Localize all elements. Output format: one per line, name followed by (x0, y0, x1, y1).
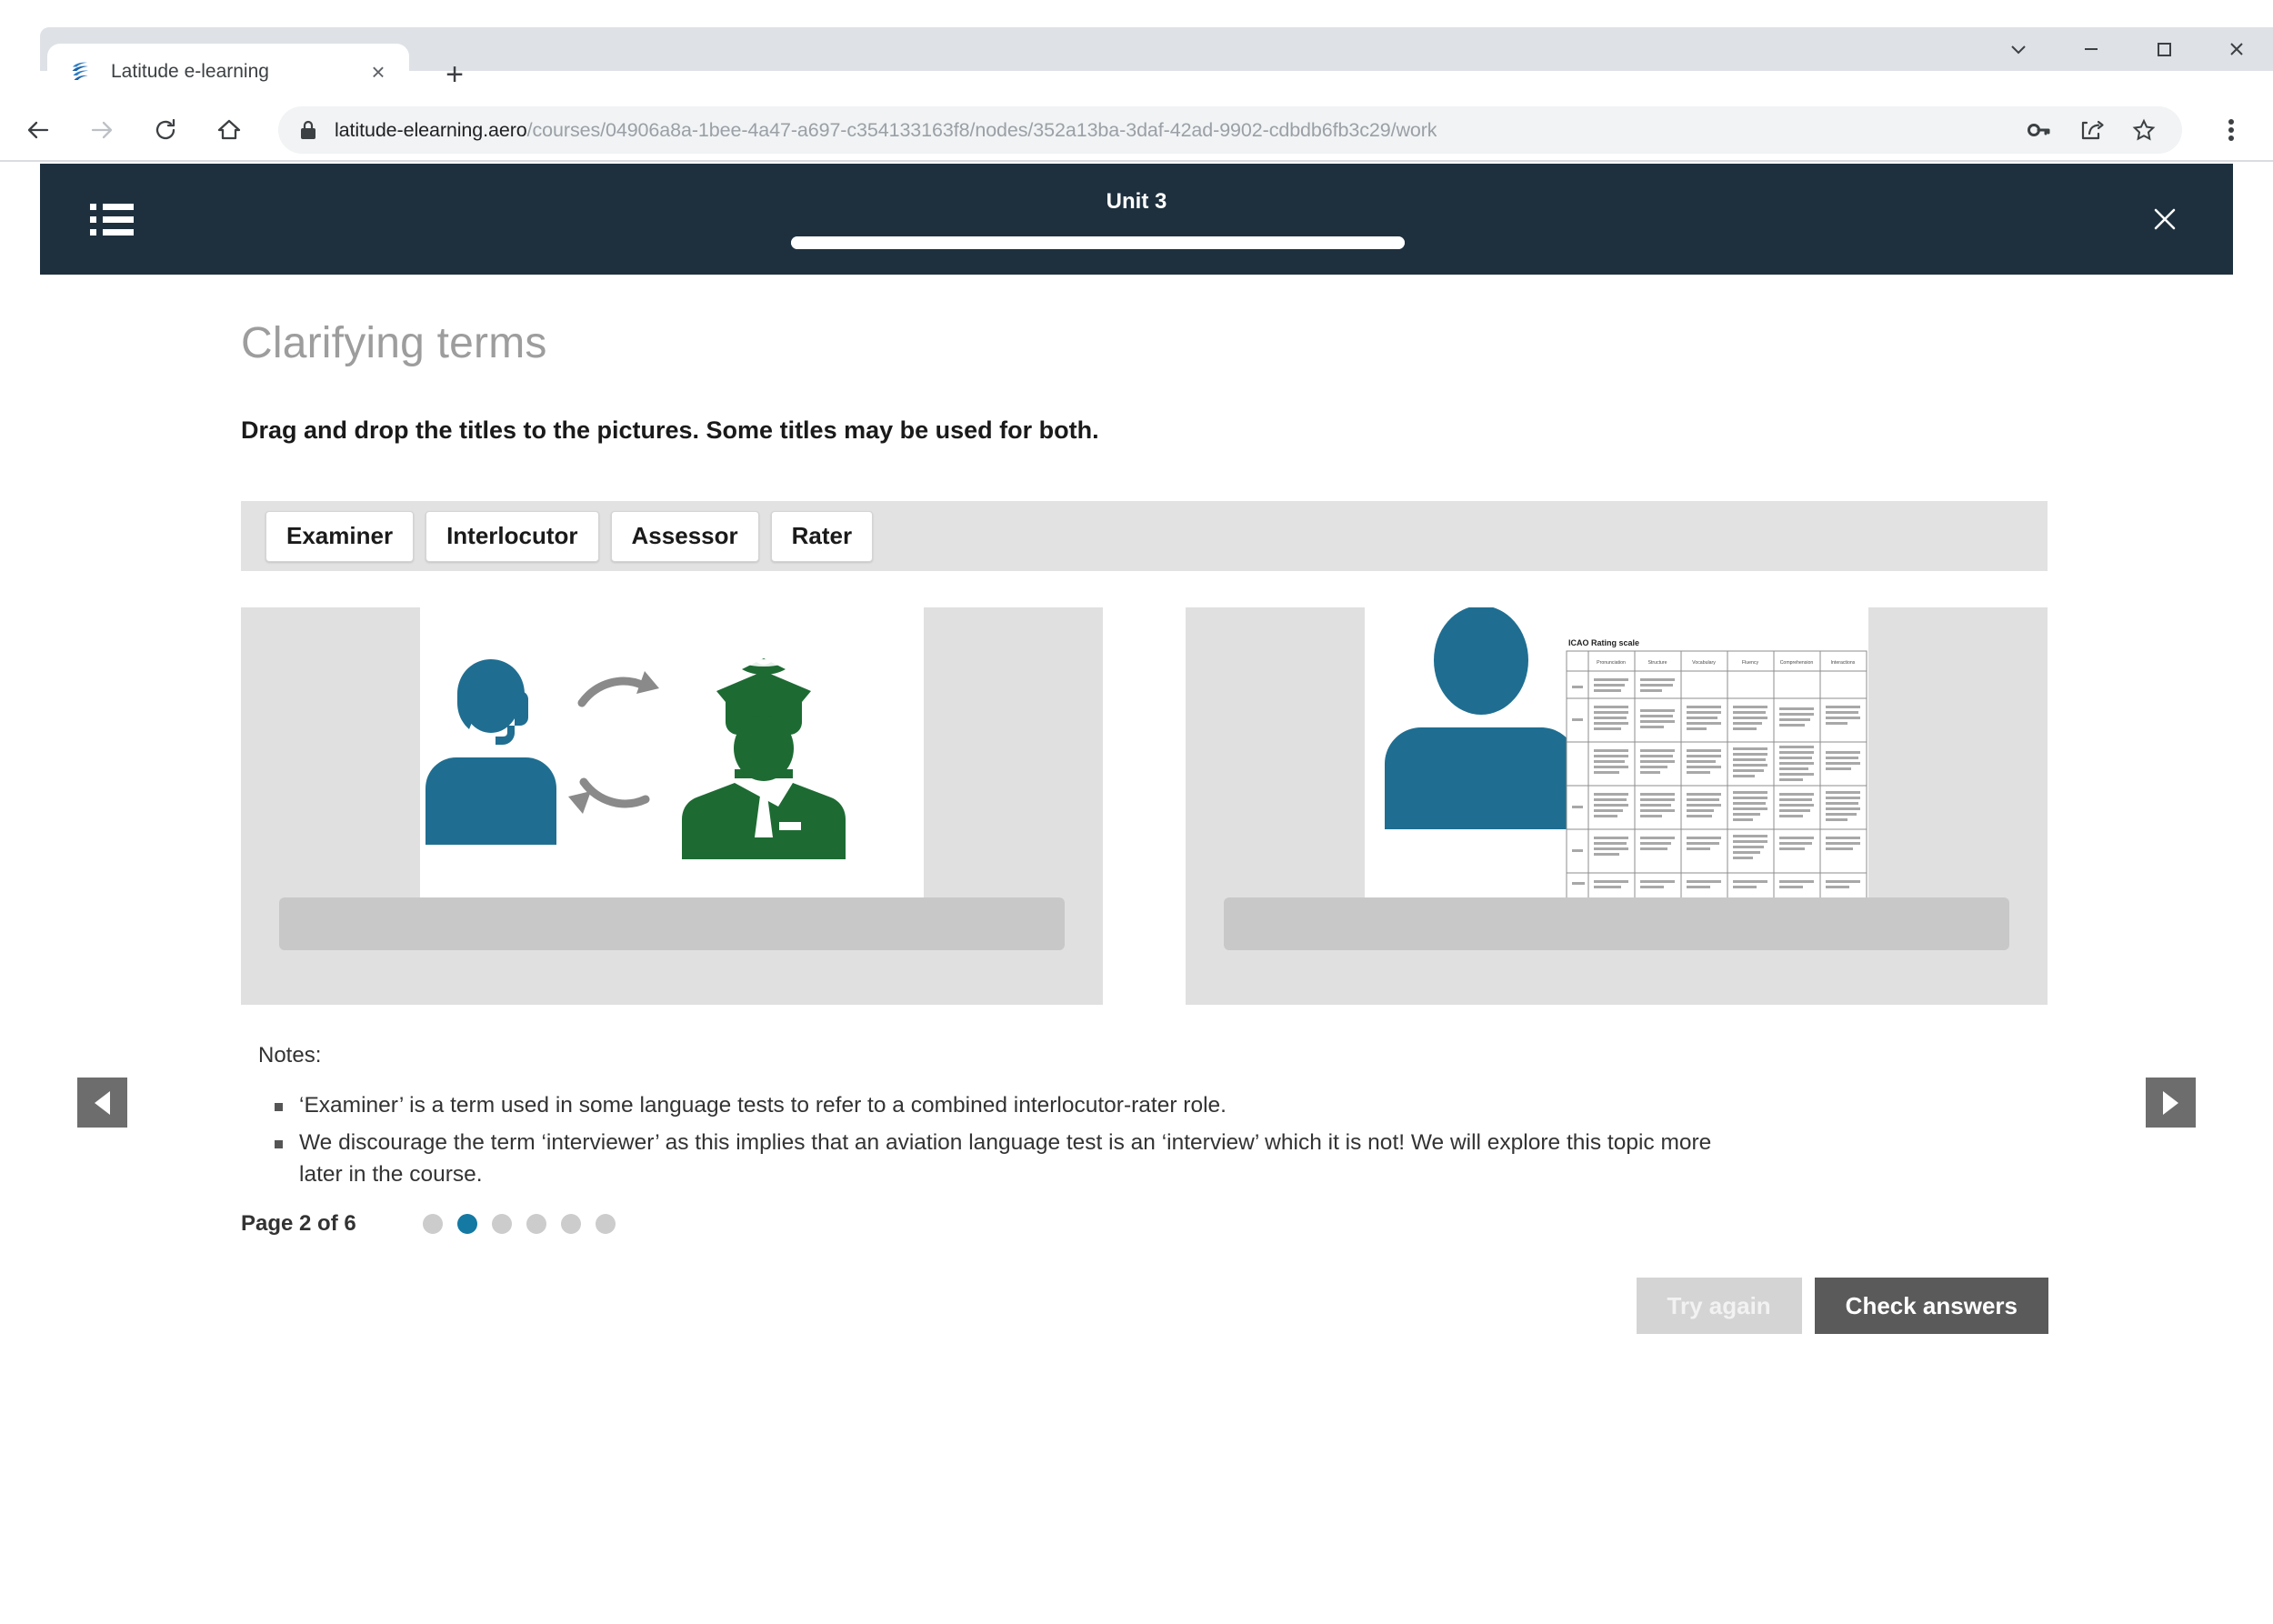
picture-panels: ICAO Rating scale Pronunciation Structur… (241, 607, 2048, 1005)
unit-progress-bar (791, 236, 1405, 249)
notes-label: Notes: (258, 1043, 322, 1068)
unit-title: Unit 3 (1106, 189, 1167, 214)
page-title: Clarifying terms (241, 319, 547, 367)
bullet-icon (275, 1139, 283, 1148)
page-dot-6[interactable] (595, 1214, 616, 1234)
chip-assessor[interactable]: Assessor (610, 510, 759, 562)
page-dots (422, 1214, 616, 1234)
next-arrow-icon[interactable] (2146, 1078, 2196, 1128)
pagination: Page 2 of 6 (241, 1211, 616, 1237)
bullet-icon (275, 1103, 283, 1111)
tabstrip-left-fill (0, 27, 42, 71)
minimize-icon[interactable] (2055, 27, 2128, 71)
page-indicator-label: Page 2 of 6 (241, 1211, 356, 1236)
close-icon[interactable] (2140, 195, 2189, 244)
url-path: /courses/04906a8a-1bee-4a47-a697-c354133… (526, 118, 1437, 141)
svg-text:Structure: Structure (1647, 660, 1667, 666)
note-text: We discourage the term ‘interviewer’ as … (299, 1129, 1712, 1187)
chip-interlocutor[interactable]: Interlocutor (426, 510, 599, 562)
bookmark-star-icon[interactable] (2122, 108, 2166, 152)
window-controls (1982, 27, 2273, 71)
page-dot-3[interactable] (491, 1214, 512, 1234)
chip-examiner[interactable]: Examiner (265, 510, 415, 562)
new-tab-button[interactable]: + (435, 55, 475, 95)
url-domain: latitude-elearning.aero (335, 118, 527, 141)
omnibox-actions (2008, 108, 2166, 152)
page-viewport: Unit 3 Clarifying terms Drag and drop th… (40, 164, 2233, 1624)
share-icon[interactable] (2069, 108, 2113, 152)
page-dot-4[interactable] (526, 1214, 546, 1234)
try-again-button[interactable]: Try again (1636, 1278, 1802, 1334)
interlocutor-illustration (420, 607, 924, 903)
chevron-down-icon[interactable] (1982, 27, 2055, 71)
svg-text:Interactions: Interactions (1831, 660, 1856, 666)
svg-text:Fluency: Fluency (1742, 660, 1759, 666)
browser-toolbar: latitude-elearning.aero/courses/04906a8a… (0, 100, 2273, 162)
maximize-icon[interactable] (2128, 27, 2200, 71)
rater-illustration: ICAO Rating scale Pronunciation Structur… (1365, 607, 1868, 903)
three-dot-menu-icon[interactable] (2206, 105, 2257, 155)
check-answers-button[interactable]: Check answers (1814, 1278, 2048, 1334)
panel-interlocutor (241, 607, 1103, 1005)
note-item: We discourage the term ‘interviewer’ as … (275, 1128, 1747, 1191)
course-header: Unit 3 (40, 164, 2233, 275)
forward-icon (76, 105, 127, 155)
notes-list: ‘Examiner’ is a term used in some langua… (275, 1090, 1747, 1196)
url-text: latitude-elearning.aero/courses/04906a8a… (335, 119, 1437, 142)
back-icon[interactable] (13, 105, 64, 155)
panel-rater: ICAO Rating scale Pronunciation Structur… (1186, 607, 2048, 1005)
page-dot-1[interactable] (422, 1214, 443, 1234)
dropzone-rater[interactable] (1224, 897, 2009, 950)
svg-text:Pronunciation: Pronunciation (1597, 660, 1626, 666)
chip-rater[interactable]: Rater (770, 510, 874, 562)
home-icon[interactable] (204, 105, 255, 155)
svg-text:ICAO Rating scale: ICAO Rating scale (1568, 638, 1639, 647)
unit-progress-fill (791, 236, 1405, 249)
page-dot-2[interactable] (456, 1214, 477, 1234)
browser-tab[interactable]: Latitude e-learning × (47, 44, 409, 100)
address-bar[interactable]: latitude-elearning.aero/courses/04906a8a… (278, 106, 2182, 154)
activity-instruction: Drag and drop the titles to the pictures… (241, 416, 1099, 444)
key-icon[interactable] (2017, 108, 2060, 152)
browser-window: Latitude e-learning × + latitude-elearni… (0, 0, 2273, 1624)
prev-arrow-icon[interactable] (77, 1078, 127, 1128)
svg-text:Comprehension: Comprehension (1780, 660, 1814, 666)
tab-close-icon[interactable]: × (362, 55, 395, 88)
note-text: ‘Examiner’ is a term used in some langua… (299, 1093, 1227, 1118)
dropzone-interlocutor[interactable] (279, 897, 1065, 950)
term-chip-tray: Examiner Interlocutor Assessor Rater (241, 501, 2048, 571)
page-dot-5[interactable] (560, 1214, 581, 1234)
svg-text:Vocabulary: Vocabulary (1692, 660, 1716, 666)
lock-icon (295, 116, 322, 144)
activity-actions: Try again Check answers (1636, 1278, 2048, 1334)
close-window-icon[interactable] (2200, 27, 2273, 71)
note-item: ‘Examiner’ is a term used in some langua… (275, 1090, 1747, 1122)
latitude-globe-icon (67, 58, 95, 85)
reload-icon[interactable] (140, 105, 191, 155)
tab-title: Latitude e-learning (111, 61, 269, 82)
